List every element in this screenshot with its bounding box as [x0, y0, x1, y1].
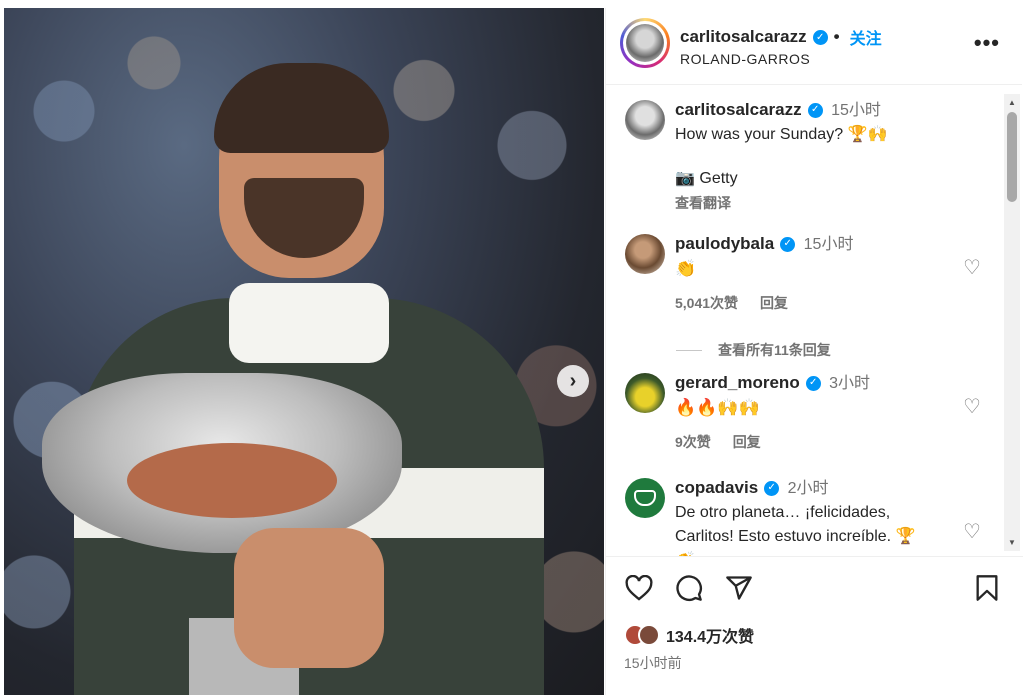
verified-badge-icon: ✓	[764, 480, 780, 496]
avatar[interactable]	[625, 234, 665, 274]
post-actions: 134.4万次赞 15小时前	[606, 556, 1023, 695]
comment-username[interactable]: copadavis	[675, 476, 758, 500]
comment-icon[interactable]	[674, 573, 704, 603]
view-replies-label[interactable]: 查看所有11条回复	[718, 340, 831, 360]
trophy	[42, 373, 402, 553]
view-replies[interactable]: 查看所有11条回复	[676, 340, 996, 360]
follow-button[interactable]: 关注	[850, 25, 882, 49]
comment-likes[interactable]: 5,041次赞	[675, 295, 738, 311]
verified-badge-icon: ✓	[805, 375, 821, 391]
comment-text: De otro planeta… ¡felicidades,	[675, 504, 891, 521]
bookmark-icon[interactable]	[972, 573, 1002, 603]
verified-badge-icon: ✓	[812, 29, 828, 45]
story-ring[interactable]	[620, 18, 670, 68]
comment-text: Carlitos! Esto estuvo increíble. 🏆	[675, 528, 916, 545]
reply-button[interactable]: 回复	[760, 295, 788, 311]
comment-likes[interactable]: 9次赞	[675, 434, 711, 450]
post-photo[interactable]	[4, 8, 604, 695]
comment-time[interactable]: 15小时	[804, 236, 854, 253]
avatar[interactable]	[625, 100, 665, 140]
heart-icon[interactable]	[624, 573, 654, 603]
likes-count[interactable]: 134.4万次赞	[666, 623, 754, 647]
header-username[interactable]: carlitosalcarazz	[680, 27, 807, 47]
caption-credit: 📷 Getty	[675, 170, 738, 187]
divider	[676, 349, 702, 351]
heart-icon[interactable]: ♡	[963, 522, 981, 542]
post-header: carlitosalcarazz ✓ • 关注 ROLAND-GARROS ••…	[606, 8, 1022, 85]
heart-icon[interactable]: ♡	[963, 397, 981, 417]
translate-link[interactable]: 查看翻译	[675, 191, 975, 215]
comments-list: carlitosalcarazz ✓ 15小时 How was your Sun…	[606, 86, 1006, 556]
comment-text: 👏	[675, 549, 975, 556]
next-photo-button[interactable]: ›	[557, 365, 589, 397]
likes-row: 134.4万次赞	[624, 623, 754, 647]
caption-text: How was your Sunday? 🏆🙌	[675, 126, 888, 143]
reply-button[interactable]: 回复	[733, 434, 761, 450]
scroll-thumb[interactable]	[1007, 112, 1017, 202]
caption-time[interactable]: 15小时	[831, 102, 881, 119]
comment-username[interactable]: gerard_moreno	[675, 371, 800, 395]
avatar[interactable]	[625, 373, 665, 413]
comment-time[interactable]: 3小时	[829, 375, 870, 392]
scroll-up-icon[interactable]: ▲	[1008, 98, 1016, 107]
player-hands	[234, 528, 384, 668]
share-icon[interactable]	[724, 573, 754, 603]
header-username-row: carlitosalcarazz ✓ • 关注	[680, 25, 882, 49]
comments-scrollbar[interactable]: ▲ ▼	[1004, 94, 1020, 551]
chevron-right-icon: ›	[569, 370, 577, 392]
comment-text: 🔥🔥🙌🙌	[675, 398, 760, 418]
more-icon[interactable]: •••	[974, 30, 1000, 56]
location[interactable]: ROLAND-GARROS	[680, 51, 810, 67]
verified-badge-icon: ✓	[780, 236, 796, 252]
comment-username[interactable]: paulodybala	[675, 232, 774, 256]
post-timestamp[interactable]: 15小时前	[624, 653, 682, 673]
avatar[interactable]	[626, 24, 664, 62]
cup-logo-icon	[634, 490, 656, 506]
shirt-collar	[229, 283, 389, 363]
verified-badge-icon: ✓	[807, 102, 823, 118]
heart-icon[interactable]: ♡	[963, 258, 981, 278]
scroll-down-icon[interactable]: ▼	[1008, 538, 1016, 547]
comment-text: 👏	[675, 259, 697, 279]
header-dot: •	[833, 27, 840, 46]
avatar[interactable]	[625, 478, 665, 518]
avatar[interactable]	[638, 624, 660, 646]
caption-username[interactable]: carlitosalcarazz	[675, 98, 802, 122]
comment-time[interactable]: 2小时	[788, 480, 829, 497]
post-side-panel: carlitosalcarazz ✓ • 关注 ROLAND-GARROS ••…	[605, 8, 1023, 695]
